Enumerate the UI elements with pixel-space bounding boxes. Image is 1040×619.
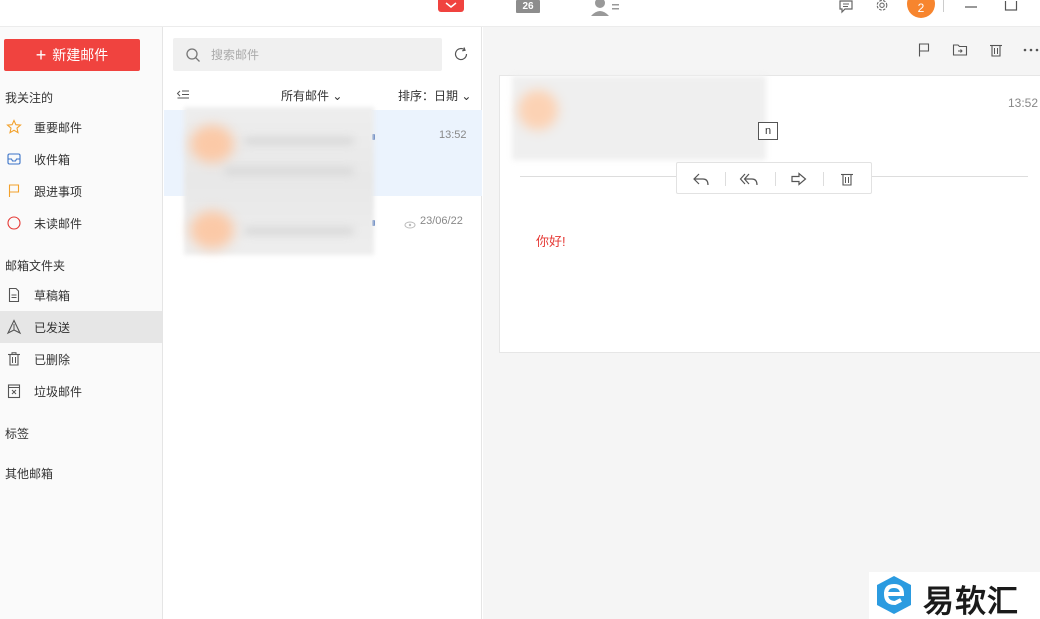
spam-icon	[6, 383, 22, 399]
sent-icon	[6, 319, 22, 335]
refresh-icon[interactable]	[453, 46, 469, 62]
minimize-icon[interactable]	[963, 0, 979, 14]
more-options-icon[interactable]	[1022, 41, 1040, 59]
search-input[interactable]	[211, 38, 431, 71]
delete-icon[interactable]	[987, 41, 1005, 59]
star-icon	[6, 119, 22, 135]
sidebar-item-label: 草稿箱	[34, 288, 71, 303]
sidebar-item-inbox[interactable]: 收件箱	[0, 143, 162, 175]
sort-label: 排序：日期	[398, 89, 459, 103]
message-icon[interactable]	[838, 0, 854, 14]
tags-section[interactable]: 标签	[5, 425, 29, 442]
calendar-day: 26	[522, 1, 534, 12]
calendar-tab-icon[interactable]: 26	[516, 0, 540, 13]
user-avatar[interactable]: 2	[907, 0, 935, 18]
read-eye-icon	[404, 217, 416, 229]
move-folder-icon[interactable]	[951, 41, 969, 59]
sidebar: + 新建邮件 我关注的 重要邮件 收件箱 跟进事项 未读邮件 邮箱文件夹 草稿箱	[0, 27, 163, 619]
redacted-avatar	[190, 211, 234, 249]
folders-section-title: 邮箱文件夹	[5, 259, 66, 273]
chevron-down-icon: ⌄	[458, 89, 472, 103]
sort-dropdown[interactable]: 排序：日期 ⌄	[398, 87, 471, 104]
redacted-line	[224, 167, 354, 175]
mail-tab-icon[interactable]	[438, 0, 464, 12]
redacted-line	[244, 137, 354, 145]
message-card: n 13:52 你好!	[499, 75, 1040, 353]
watermark-text: 易软汇	[923, 584, 1019, 619]
sidebar-item-sent[interactable]: 已发送	[0, 311, 162, 343]
inbox-icon	[6, 151, 22, 167]
plus-icon: +	[35, 45, 47, 65]
reply-all-icon[interactable]	[739, 169, 759, 189]
delete-message-icon[interactable]	[837, 169, 857, 189]
sidebar-item-label: 重要邮件	[34, 120, 83, 135]
mail-time: 13:52	[439, 129, 467, 141]
message-body: 你好!	[536, 234, 566, 249]
message-action-bar	[676, 162, 872, 194]
sidebar-item-spam[interactable]: 垃圾邮件	[0, 375, 162, 407]
sidebar-item-label: 未读邮件	[34, 216, 83, 231]
mail-filter-dropdown[interactable]: 所有邮件 ⌄	[281, 87, 342, 104]
message-time: 13:52	[1008, 96, 1039, 110]
tooltip-box: n	[758, 122, 778, 140]
sidebar-item-label: 已发送	[34, 320, 71, 335]
sidebar-item-important[interactable]: 重要邮件	[0, 111, 162, 143]
sidebar-item-label: 已删除	[34, 352, 71, 367]
list-header: 所有邮件 ⌄ 排序：日期 ⌄	[164, 87, 482, 105]
toolbar-divider	[943, 0, 944, 12]
redacted-sender-header	[512, 76, 766, 160]
flag-icon[interactable]	[915, 41, 933, 59]
sidebar-item-unread[interactable]: 未读邮件	[0, 207, 162, 239]
redacted-avatar	[190, 125, 234, 163]
trash-icon	[6, 351, 22, 367]
settings-gear-icon[interactable]	[874, 0, 890, 14]
forward-icon[interactable]	[789, 169, 809, 189]
mail-time: 23/06/22	[420, 215, 463, 227]
new-mail-label: 新建邮件	[52, 47, 109, 63]
sidebar-item-label: 跟进事项	[34, 184, 83, 199]
chevron-down-icon: ⌄	[329, 89, 343, 103]
flag-icon	[6, 183, 22, 199]
redacted-line	[244, 227, 354, 235]
sidebar-item-followup[interactable]: 跟进事项	[0, 175, 162, 207]
sidebar-item-drafts[interactable]: 草稿箱	[0, 279, 162, 311]
mail-list-pane: 所有邮件 ⌄ 排序：日期 ⌄ 13:52 23/06/22	[164, 27, 482, 619]
top-bar: 26 2	[0, 0, 1040, 27]
sidebar-item-deleted[interactable]: 已删除	[0, 343, 162, 375]
circle-icon	[6, 215, 22, 231]
sidebar-item-label: 垃圾邮件	[34, 384, 83, 399]
contacts-tab-icon[interactable]	[588, 0, 622, 16]
other-mailboxes-section[interactable]: 其他邮箱	[5, 465, 53, 482]
filter-label: 所有邮件	[281, 89, 330, 103]
favorites-section-title: 我关注的	[5, 91, 54, 105]
reading-pane: n 13:52 你好!	[483, 27, 1040, 619]
maximize-icon[interactable]	[1003, 0, 1019, 14]
reply-icon[interactable]	[691, 169, 711, 189]
watermark-logo-icon	[874, 574, 914, 616]
watermark: 易软汇	[869, 572, 1040, 619]
search-box[interactable]	[173, 38, 442, 71]
draft-icon	[6, 287, 22, 303]
collapse-list-icon[interactable]	[176, 88, 190, 102]
new-mail-button[interactable]: + 新建邮件	[4, 39, 140, 71]
search-icon	[185, 47, 201, 63]
sidebar-item-label: 收件箱	[34, 152, 71, 167]
avatar-badge-text: 2	[917, 1, 925, 15]
